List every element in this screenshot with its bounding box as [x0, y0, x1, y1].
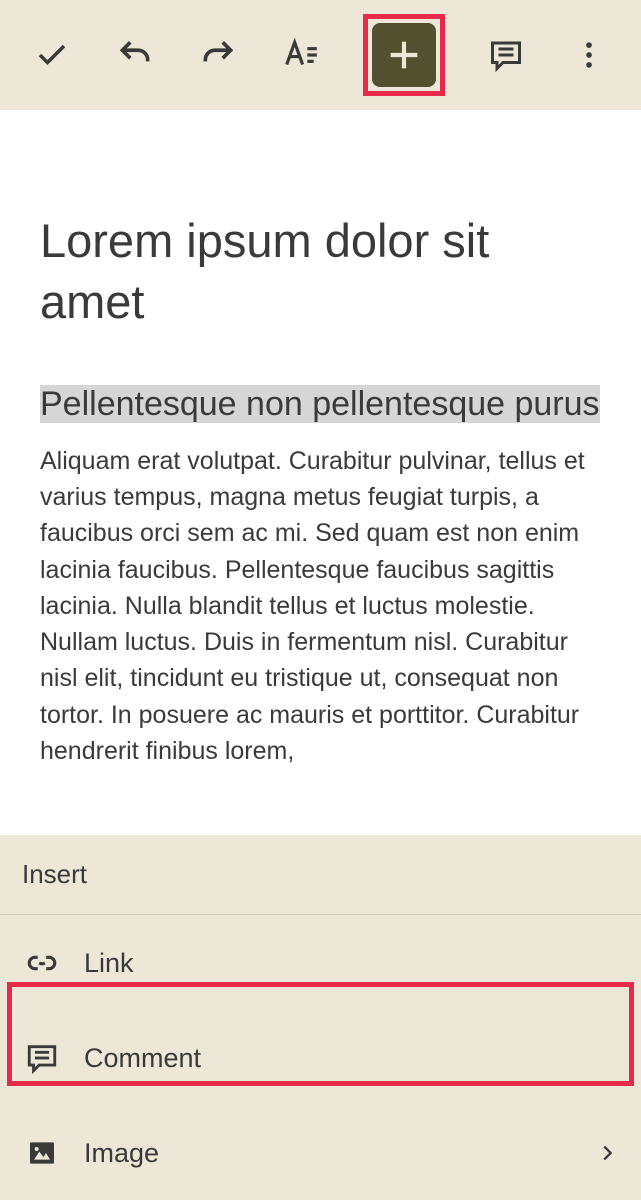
- selected-text[interactable]: Pellentesque non pellentesque purus: [40, 385, 600, 423]
- sheet-item-label: Link: [84, 948, 134, 979]
- redo-button[interactable]: [196, 33, 240, 77]
- add-button[interactable]: [372, 23, 436, 87]
- plus-icon: [384, 35, 424, 75]
- document-body[interactable]: Aliquam erat volutpat. Curabitur pulvina…: [40, 443, 601, 769]
- confirm-button[interactable]: [30, 33, 74, 77]
- sheet-item-comment[interactable]: Comment: [0, 1010, 641, 1105]
- comment-button[interactable]: [484, 33, 528, 77]
- check-icon: [34, 37, 70, 73]
- link-icon: [22, 943, 62, 983]
- sheet-item-image[interactable]: Image: [0, 1105, 641, 1200]
- document-area[interactable]: Lorem ipsum dolor sit amet Pellentesque …: [0, 110, 641, 769]
- toolbar: [0, 0, 641, 110]
- more-button[interactable]: [567, 33, 611, 77]
- sheet-title: Insert: [0, 835, 641, 915]
- comment-icon: [488, 37, 524, 73]
- document-title[interactable]: Lorem ipsum dolor sit amet: [40, 210, 601, 332]
- chevron-right-icon: [595, 1141, 619, 1165]
- insert-sheet: Insert Link Comment Image: [0, 835, 641, 1200]
- document-heading[interactable]: Pellentesque non pellentesque purus: [40, 372, 601, 437]
- sheet-item-label: Comment: [84, 1043, 201, 1074]
- add-button-highlight: [363, 14, 445, 96]
- text-format-icon: [282, 36, 320, 74]
- more-vert-icon: [572, 38, 606, 72]
- comment-icon: [22, 1038, 62, 1078]
- text-format-button[interactable]: [279, 33, 323, 77]
- sheet-item-link[interactable]: Link: [0, 915, 641, 1010]
- undo-button[interactable]: [113, 33, 157, 77]
- redo-icon: [199, 36, 237, 74]
- image-icon: [22, 1133, 62, 1173]
- sheet-item-label: Image: [84, 1138, 159, 1169]
- undo-icon: [116, 36, 154, 74]
